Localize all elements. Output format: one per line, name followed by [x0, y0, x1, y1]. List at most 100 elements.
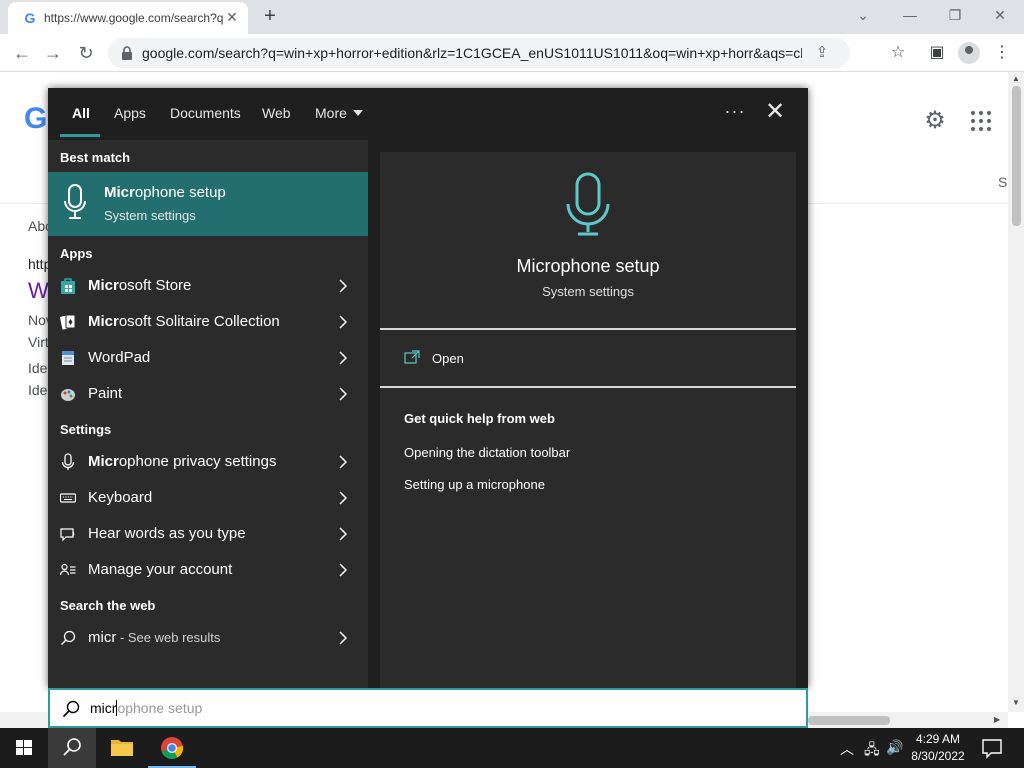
help-link[interactable]: Setting up a microphone: [404, 477, 545, 492]
chrome-menu-icon[interactable]: ⋮: [991, 42, 1013, 64]
help-link[interactable]: Opening the dictation toolbar: [404, 445, 570, 460]
open-external-icon: [404, 350, 420, 364]
show-hidden-icons-icon[interactable]: ︿: [840, 739, 854, 759]
app-result-microsoft-store[interactable]: Microsoft Store: [48, 268, 368, 304]
windows-search-flyout: All Apps Documents Web More ··· ✕ Best m…: [48, 88, 808, 688]
row-label: WordPad: [88, 349, 150, 366]
account-icon: [60, 563, 76, 576]
setting-result-hear-words[interactable]: Hear words as you type: [48, 516, 368, 552]
filter-tab-all[interactable]: All: [72, 105, 90, 121]
chevron-right-icon[interactable]: [338, 561, 348, 579]
more-options-icon[interactable]: ···: [724, 101, 746, 122]
tab-strip: G https://www.google.com/search?q=win+xp…: [0, 0, 1024, 34]
microphone-icon: [566, 172, 610, 236]
best-match-subtitle: System settings: [104, 208, 196, 223]
paint-icon: [61, 389, 75, 401]
match-rest: Keyboard: [88, 489, 153, 506]
file-explorer-icon[interactable]: [98, 728, 146, 768]
result-fragment: Virt: [28, 334, 49, 350]
autocomplete-text: ophone setup: [117, 700, 203, 716]
speech-icon: [60, 528, 75, 542]
result-fragment[interactable]: W: [28, 278, 49, 304]
filter-tab-apps[interactable]: Apps: [114, 105, 146, 121]
filter-tab-more[interactable]: More: [315, 105, 363, 121]
web-sub-label: - See web results: [116, 630, 221, 645]
microphone-icon: [61, 453, 75, 470]
divider: [380, 386, 796, 388]
settings-gear-icon[interactable]: ⚙: [922, 108, 948, 134]
section-header-settings: Settings: [60, 422, 112, 437]
chevron-right-icon[interactable]: [338, 385, 348, 403]
active-tab-underline: [60, 134, 100, 137]
taskbar: ︿ 🖧 🔊 4:29 AM 8/30/2022: [0, 728, 1024, 768]
tab-close-icon[interactable]: ✕: [224, 9, 240, 25]
caret-down-icon: [352, 110, 363, 116]
chevron-right-icon[interactable]: [338, 277, 348, 295]
setting-result-keyboard[interactable]: Keyboard: [48, 480, 368, 516]
network-icon[interactable]: 🖧: [864, 739, 880, 763]
bookmark-star-icon[interactable]: [822, 43, 842, 63]
chevron-right-icon[interactable]: [338, 313, 348, 331]
app-result-paint[interactable]: Paint: [48, 376, 368, 412]
best-match-item[interactable]: Microphone setup System settings: [48, 172, 368, 236]
vertical-scrollbar[interactable]: ▲ ▼: [1008, 72, 1024, 712]
match-rest: Hear words as you type: [88, 525, 246, 542]
google-apps-icon[interactable]: [970, 110, 992, 132]
address-bar[interactable]: google.com/search?q=win+xp+horror+editio…: [108, 38, 850, 68]
new-tab-button[interactable]: +: [259, 5, 281, 27]
result-fragment: Ide: [28, 360, 48, 376]
taskbar-search-icon[interactable]: [48, 728, 96, 768]
row-label: Manage your account: [88, 561, 232, 578]
close-window-button[interactable]: ✕: [982, 4, 1018, 26]
setting-result-manage-account[interactable]: Manage your account: [48, 552, 368, 588]
typed-text: micr: [90, 700, 117, 716]
clock-date: 8/30/2022: [911, 749, 965, 763]
app-result-wordpad[interactable]: WordPad: [48, 340, 368, 376]
match-rest: Paint: [88, 385, 123, 402]
match-rest: WordPad: [88, 349, 151, 366]
section-header-best-match: Best match: [60, 150, 131, 165]
cards-icon: [60, 314, 76, 330]
url-text: google.com/search?q=win+xp+horror+editio…: [142, 45, 802, 61]
windows-start-icon[interactable]: [0, 728, 48, 768]
chevron-right-icon[interactable]: [338, 525, 348, 543]
match-rest: ophone privacy settings: [118, 453, 277, 470]
profile-avatar[interactable]: [958, 42, 980, 64]
row-label: Paint: [88, 385, 122, 402]
match-rest: osoft Store: [118, 277, 192, 294]
close-flyout-icon[interactable]: ✕: [764, 100, 786, 124]
forward-button[interactable]: →: [41, 41, 65, 65]
google-logo[interactable]: G: [24, 102, 47, 136]
filter-tab-web[interactable]: Web: [262, 105, 291, 121]
match-rest: ophone setup: [134, 184, 226, 201]
wordpad-icon: [62, 351, 74, 365]
bookmark-star-icon[interactable]: ☆: [887, 42, 909, 64]
filter-tab-documents[interactable]: Documents: [170, 105, 241, 121]
chevron-right-icon[interactable]: [338, 489, 348, 507]
row-label: Microsoft Store: [88, 277, 191, 294]
chevron-right-icon[interactable]: [338, 349, 348, 367]
row-label: Microphone privacy settings: [88, 453, 276, 470]
tab-title: https://www.google.com/search?q=win+xp+h…: [44, 11, 224, 25]
search-query: microphone setup: [90, 700, 202, 716]
match-bold: Micr: [104, 184, 135, 201]
side-panel-icon[interactable]: ▣: [926, 42, 948, 64]
app-result-solitaire[interactable]: Microsoft Solitaire Collection: [48, 304, 368, 340]
system-clock[interactable]: 4:29 AM 8/30/2022: [900, 731, 976, 765]
web-search-result[interactable]: micr - See web results: [48, 620, 368, 656]
chevron-right-icon[interactable]: [338, 629, 348, 647]
row-label: Keyboard: [88, 489, 152, 506]
preview-subtitle: System settings: [542, 284, 634, 299]
restore-button[interactable]: ❐: [937, 4, 973, 26]
chrome-taskbar-button[interactable]: [148, 728, 196, 768]
reload-button[interactable]: ↻: [74, 41, 98, 65]
back-button[interactable]: ←: [10, 41, 34, 65]
setting-result-microphone-privacy[interactable]: Microphone privacy settings: [48, 444, 368, 480]
tab-search-icon[interactable]: ⌄: [845, 4, 881, 26]
minimize-button[interactable]: —: [892, 4, 928, 26]
browser-tab[interactable]: G https://www.google.com/search?q=win+xp…: [8, 2, 248, 34]
chevron-right-icon[interactable]: [338, 453, 348, 471]
windows-search-input[interactable]: microphone setup: [48, 688, 808, 728]
match-rest: Manage your account: [88, 561, 233, 578]
notification-center-icon[interactable]: [980, 736, 1004, 760]
